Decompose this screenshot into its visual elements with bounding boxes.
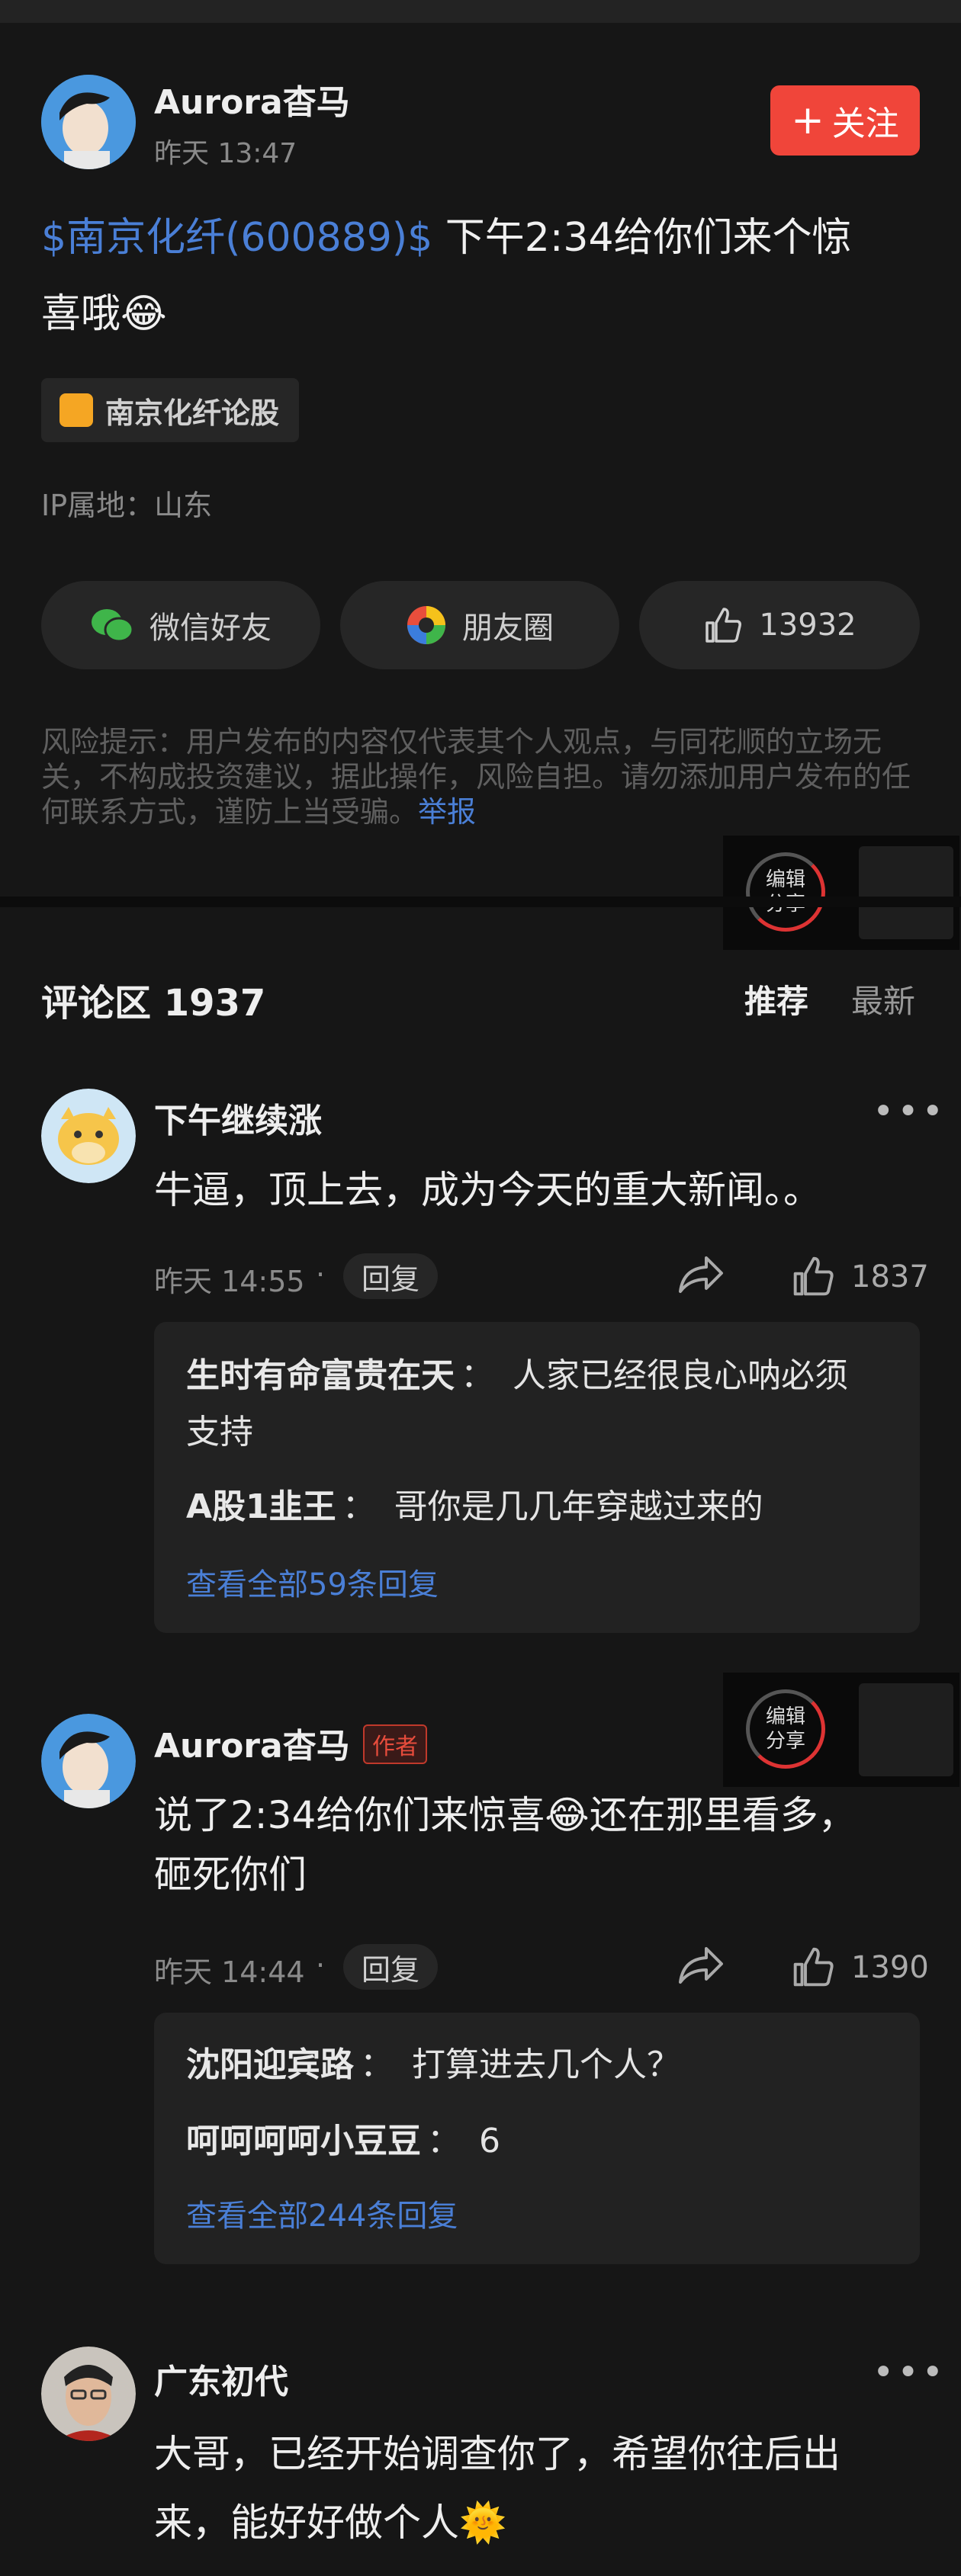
reply-username[interactable]: 沈阳迎宾路 bbox=[186, 2045, 354, 2084]
reply-username[interactable]: 生时有命富贵在天 bbox=[186, 1356, 455, 1395]
commenter-avatar[interactable] bbox=[41, 1089, 136, 1183]
share-arrow-icon[interactable] bbox=[676, 1250, 726, 1301]
tab-latest[interactable]: 最新 bbox=[851, 976, 915, 1022]
comment-text: 牛逼，顶上去，成为今天的重大新闻。。 bbox=[154, 1168, 821, 1212]
comment-text: 大哥，已经开始调查你了，希望你往后出 来，能好好做个人🌞 bbox=[154, 2420, 917, 2557]
wechat-share-button[interactable]: 微信好友 bbox=[41, 581, 320, 669]
comment-text-line1: 大哥，已经开始调查你了，希望你往后出 bbox=[154, 2432, 840, 2476]
commenter-avatar[interactable] bbox=[41, 2347, 136, 2441]
edit-share-button[interactable]: 编辑分享 bbox=[746, 1689, 825, 1769]
author-name[interactable]: Aurora杳马 bbox=[154, 75, 350, 124]
edit-share-overlay[interactable]: 编辑分享 bbox=[723, 1673, 959, 1787]
author-avatar[interactable] bbox=[41, 75, 136, 169]
ip-location: IP属地：山东 bbox=[41, 489, 213, 522]
comment-like-count: 1390 bbox=[851, 1950, 929, 1985]
comment-text-line2: 来，能好好做个人🌞 bbox=[154, 2501, 507, 2545]
forum-icon bbox=[59, 393, 93, 427]
comments-title: 评论区 1937 bbox=[41, 982, 266, 1025]
reply-button[interactable]: 回复 bbox=[343, 1944, 439, 1990]
reply-preview-box: 沈阳迎宾路：打算进去几个人？ 呵呵呵呵小豆豆： 6 查看全部244条回复 bbox=[154, 2013, 920, 2264]
topic-tag[interactable]: 南京化纤论股 bbox=[41, 378, 300, 442]
reply-separator: ： bbox=[461, 1356, 494, 1395]
reply-text: 人家已经很良心呐必须 bbox=[513, 1356, 848, 1395]
view-all-replies-link[interactable]: 查看全部59条回复 bbox=[186, 1560, 439, 1604]
reply-item[interactable]: 生时有命富贵在天： 人家已经很良心呐必须 支持 bbox=[186, 1351, 903, 1458]
overlay-label-edit: 编辑 bbox=[765, 1705, 805, 1728]
commenter-name[interactable]: 广东初代 bbox=[154, 2354, 288, 2403]
dot-separator: · bbox=[316, 1949, 326, 1982]
reply-text-continued: 支持 bbox=[186, 1413, 253, 1452]
post-like-count: 13932 bbox=[759, 608, 857, 643]
reply-separator: ： bbox=[342, 1487, 376, 1526]
top-bar bbox=[0, 0, 961, 23]
edit-share-button[interactable]: 编辑分享 bbox=[746, 852, 825, 932]
plus-icon: + bbox=[791, 98, 824, 143]
commenter-name[interactable]: Aurora杳马 bbox=[154, 1718, 350, 1767]
reply-item[interactable]: A股1韭王： 哥你是几几年穿越过来的 bbox=[186, 1482, 763, 1532]
commenter-avatar[interactable] bbox=[41, 1714, 136, 1808]
topic-tag-label: 南京化纤论股 bbox=[105, 396, 280, 430]
reply-preview-box: 生时有命富贵在天：人家已经很良心呐必须 支持 A股1韭王：哥你是几几年穿越过来的… bbox=[154, 1322, 920, 1633]
more-options-icon[interactable]: ••• bbox=[873, 2351, 947, 2394]
reply-username[interactable]: 呵呵呵呵小豆豆 bbox=[186, 2122, 421, 2161]
reply-item[interactable]: 沈阳迎宾路： 打算进去几个人？ bbox=[186, 2040, 680, 2090]
comment-time: 昨天 14:44 bbox=[154, 1955, 305, 1989]
follow-button[interactable]: + 关注 bbox=[770, 85, 920, 156]
reply-separator: ： bbox=[427, 2122, 461, 2161]
thumbs-up-icon[interactable] bbox=[790, 1253, 836, 1299]
reply-text: 打算进去几个人？ bbox=[412, 2045, 680, 2084]
stock-link[interactable]: $南京化纤(600889)$ bbox=[41, 215, 432, 261]
follow-label: 关注 bbox=[831, 104, 899, 143]
moments-share-label: 朋友圈 bbox=[462, 611, 554, 646]
section-divider bbox=[0, 897, 961, 907]
thumbs-up-icon bbox=[705, 608, 742, 643]
reply-button[interactable]: 回复 bbox=[343, 1253, 439, 1299]
reply-text: 6 bbox=[479, 2122, 500, 2161]
post-content: $南京化纤(600889)$ 下午2:34给你们来个惊 喜哦😂 bbox=[41, 200, 926, 352]
tab-recommended[interactable]: 推荐 bbox=[744, 976, 808, 1022]
post-like-button[interactable]: 13932 bbox=[639, 581, 920, 669]
dot-separator: · bbox=[316, 1258, 326, 1291]
comment-like-count: 1837 bbox=[851, 1259, 929, 1294]
overlay-label-share: 分享 bbox=[765, 1730, 805, 1753]
author-badge: 作者 bbox=[363, 1724, 427, 1764]
comment-text-line2: 砸死你们 bbox=[154, 1853, 307, 1897]
share-arrow-icon[interactable] bbox=[676, 1941, 726, 1991]
screenshot-thumbnail bbox=[859, 846, 953, 939]
commenter-name[interactable]: 下午继续涨 bbox=[154, 1093, 322, 1142]
screenshot-thumbnail bbox=[859, 1683, 953, 1776]
post-text-line1: 下午2:34给你们来个惊 bbox=[432, 215, 852, 261]
reply-username[interactable]: A股1韭王 bbox=[186, 1487, 336, 1526]
risk-notice: 风险提示：用户发布的内容仅代表其个人观点，与同花顺的立场无关，不构成投资建议，据… bbox=[41, 724, 926, 829]
report-link[interactable]: 举报 bbox=[418, 795, 476, 829]
comment-text: 说了2:34给你们来惊喜😂还在那里看多， 砸死你们 bbox=[154, 1785, 917, 1904]
post-time: 昨天 13:47 bbox=[154, 138, 297, 169]
reply-item[interactable]: 呵呵呵呵小豆豆： 6 bbox=[186, 2116, 500, 2167]
overlay-label-edit: 编辑 bbox=[765, 868, 805, 891]
reply-separator: ： bbox=[360, 2045, 394, 2084]
post-text-line2: 喜哦😂 bbox=[41, 291, 167, 337]
reply-text: 哥你是几几年穿越过来的 bbox=[394, 1487, 763, 1526]
moments-icon bbox=[407, 606, 445, 644]
wechat-share-label: 微信好友 bbox=[149, 611, 272, 646]
edit-share-overlay[interactable]: 编辑分享 bbox=[723, 836, 959, 950]
moments-share-button[interactable]: 朋友圈 bbox=[340, 581, 619, 669]
comment-text-line1: 说了2:34给你们来惊喜😂还在那里看多， bbox=[154, 1793, 857, 1837]
comment-time: 昨天 14:55 bbox=[154, 1265, 305, 1298]
view-all-replies-link[interactable]: 查看全部244条回复 bbox=[186, 2191, 458, 2235]
thumbs-up-icon[interactable] bbox=[790, 1944, 836, 1990]
wechat-icon bbox=[92, 609, 134, 643]
more-options-icon[interactable]: ••• bbox=[873, 1090, 947, 1133]
